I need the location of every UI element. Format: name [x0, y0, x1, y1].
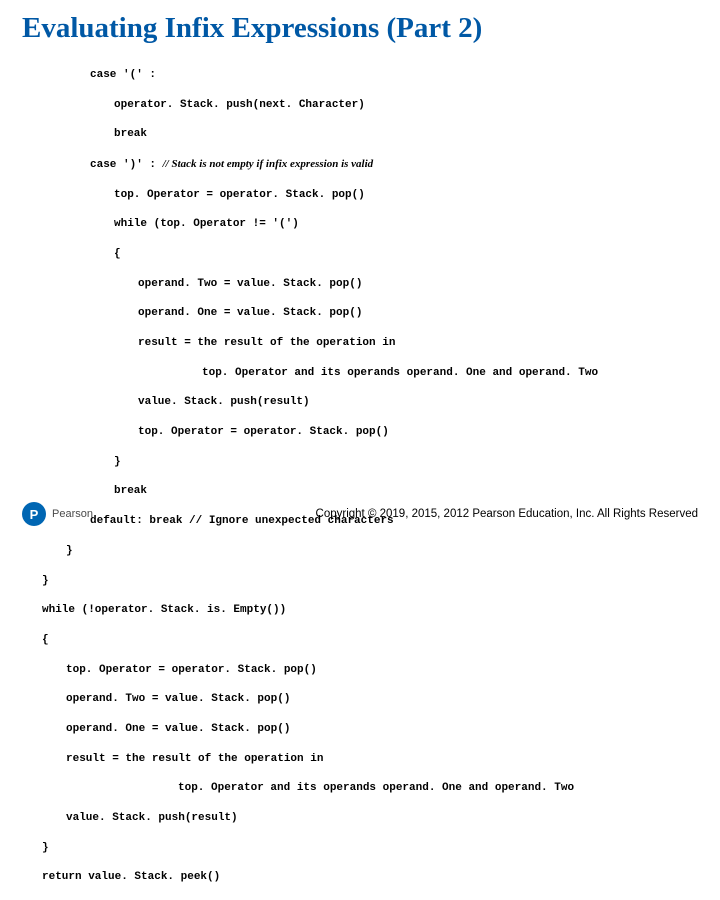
code-line: }	[42, 544, 720, 559]
code-line: result = the result of the operation in	[42, 752, 720, 767]
code-text: case ')' :	[90, 159, 163, 171]
code-block: case '(' : operator. Stack. push(next. C…	[0, 53, 720, 900]
code-line: value. Stack. push(result)	[42, 395, 720, 410]
code-line: }	[42, 455, 720, 470]
code-line: case ')' : // Stack is not empty if infi…	[42, 157, 720, 173]
code-line: top. Operator = operator. Stack. pop()	[42, 663, 720, 678]
code-line: break	[42, 127, 720, 142]
brand-name: Pearson	[52, 508, 93, 520]
code-line: operator. Stack. push(next. Character)	[42, 98, 720, 113]
code-line: value. Stack. push(result)	[42, 811, 720, 826]
code-line: {	[42, 633, 720, 648]
code-line: {	[42, 247, 720, 262]
code-line: top. Operator = operator. Stack. pop()	[42, 188, 720, 203]
code-line: operand. One = value. Stack. pop()	[42, 306, 720, 321]
code-line: while (!operator. Stack. is. Empty())	[42, 603, 720, 618]
code-line: operand. One = value. Stack. pop()	[42, 722, 720, 737]
copyright-text: Copyright © 2019, 2015, 2012 Pearson Edu…	[316, 508, 698, 520]
code-comment: // Stack is not empty if infix expressio…	[163, 158, 374, 170]
code-line: operand. Two = value. Stack. pop()	[42, 277, 720, 292]
code-line: top. Operator = operator. Stack. pop()	[42, 425, 720, 440]
page-title: Evaluating Infix Expressions (Part 2)	[0, 0, 720, 53]
code-line: case '(' :	[42, 68, 720, 83]
code-line: top. Operator and its operands operand. …	[42, 366, 720, 381]
code-line: result = the result of the operation in	[42, 336, 720, 351]
code-line: return value. Stack. peek()	[42, 870, 720, 885]
brand-wrap: P Pearson	[22, 502, 93, 526]
pearson-logo-icon: P	[22, 502, 46, 526]
code-line: }	[42, 574, 720, 589]
code-line: top. Operator and its operands operand. …	[42, 781, 720, 796]
code-line: }	[42, 841, 720, 856]
code-line: while (top. Operator != '(')	[42, 217, 720, 232]
footer: P Pearson Copyright © 2019, 2015, 2012 P…	[0, 502, 720, 526]
code-line: break	[42, 484, 720, 499]
code-line: operand. Two = value. Stack. pop()	[42, 692, 720, 707]
